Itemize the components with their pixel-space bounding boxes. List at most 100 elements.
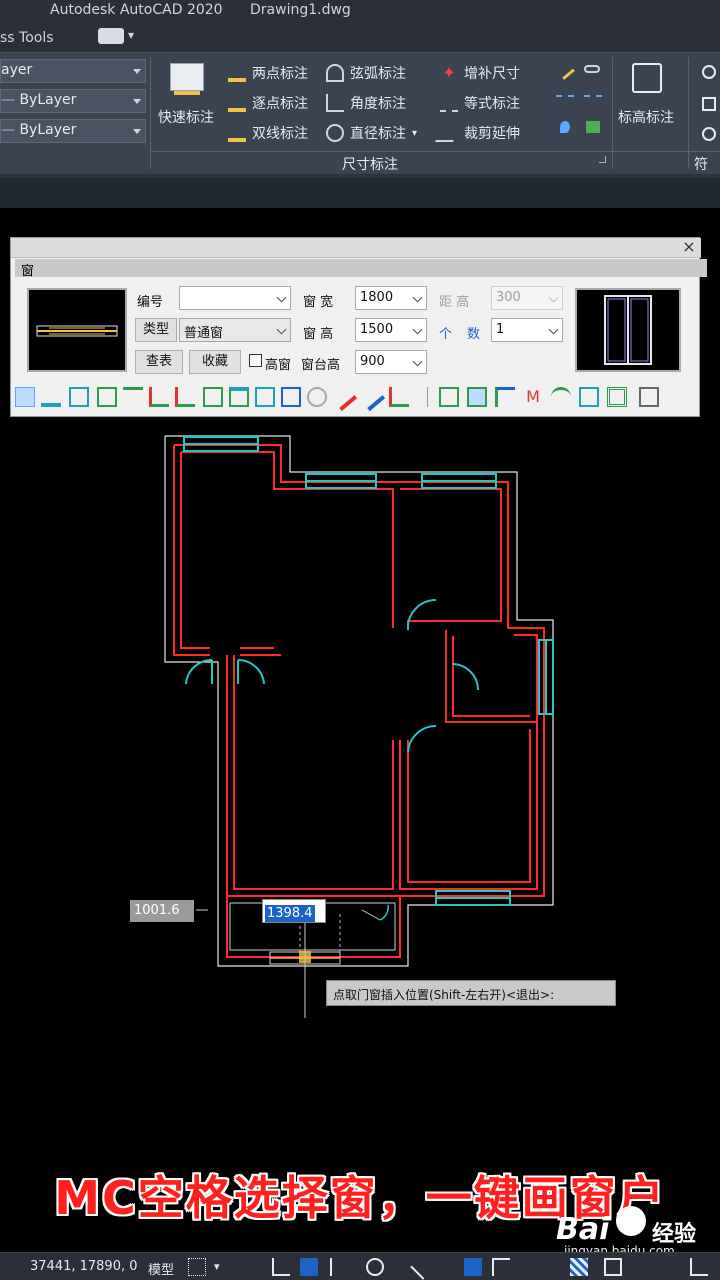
window-type-normal-icon[interactable] [15, 387, 35, 407]
lineweight-icon[interactable] [464, 1258, 482, 1276]
snap-icon[interactable] [330, 1258, 348, 1276]
transparency-icon[interactable] [492, 1258, 510, 1276]
trim-extend-button[interactable]: 裁剪延伸 [434, 123, 520, 143]
window-plan-icon [36, 325, 118, 337]
ortho-icon[interactable] [272, 1258, 290, 1276]
window-type-door-icon[interactable] [439, 387, 459, 407]
distance-field-value: 300 [496, 290, 521, 305]
grid-icon[interactable] [188, 1258, 206, 1276]
window-type-box-icon[interactable] [579, 387, 599, 407]
pencil-icon[interactable] [555, 60, 575, 80]
sill-height-field[interactable]: 900 [355, 350, 427, 374]
window-type-grid-icon[interactable] [281, 387, 301, 407]
width-field[interactable]: 1800 [355, 286, 427, 310]
favorite-button[interactable]: 收藏 [189, 350, 241, 374]
window-type-bay-icon[interactable] [69, 387, 89, 407]
command-prompt-tooltip: 点取门窗插入位置(Shift-左右开)<退出>: [326, 980, 616, 1006]
window-type-top-icon[interactable] [229, 387, 249, 407]
window-type-frame-icon[interactable] [255, 387, 275, 407]
window-type-brush-icon[interactable] [356, 382, 386, 412]
window-type-pen-icon[interactable] [328, 382, 358, 412]
type-select-value: 普通窗 [184, 326, 224, 341]
otrack-icon[interactable] [410, 1254, 436, 1280]
elevation-dim-button[interactable]: 标高标注 [616, 57, 682, 137]
tab-options-icon[interactable] [98, 28, 124, 44]
close-icon[interactable]: × [681, 238, 697, 256]
add-size-button[interactable]: ✦ 增补尺寸 [440, 63, 520, 83]
window-type-cut-icon[interactable] [389, 387, 409, 407]
dialog-titlebar[interactable]: × [11, 238, 701, 258]
dialog-tab-bar: 窗 [15, 259, 707, 279]
floor-plan-canvas[interactable] [0, 430, 720, 1030]
osnap-icon[interactable] [366, 1258, 384, 1276]
dashed-line-icon[interactable] [556, 95, 574, 97]
window-type-l-icon[interactable] [495, 387, 515, 407]
window-type-angle-icon[interactable] [175, 387, 195, 407]
distance-label: 距 高 [439, 295, 470, 310]
title-bar: Autodesk AutoCAD 2020 Drawing1.dwg [0, 0, 720, 24]
tab-tools[interactable]: ss Tools [0, 30, 54, 46]
quick-dim-button[interactable]: 快速标注 [156, 57, 220, 133]
table-icon[interactable] [586, 121, 600, 133]
dimension-icon [228, 64, 246, 82]
step-dim-button[interactable]: 逐点标注 [228, 93, 308, 113]
window-type-double-icon[interactable] [607, 387, 627, 407]
number-label: 编号 [137, 295, 164, 310]
double-dim-button[interactable]: 双线标注 [228, 123, 308, 143]
angle-icon [326, 94, 344, 112]
linetype-dropdown[interactable]: — ByLayer [0, 119, 146, 143]
symbol-icon[interactable] [702, 65, 716, 79]
layer-dropdown[interactable]: ayer [0, 59, 146, 83]
expand-panel-icon[interactable] [599, 156, 606, 163]
color-dropdown[interactable]: — ByLayer [0, 89, 146, 113]
window-type-m-icon[interactable]: M [523, 387, 543, 407]
equal-dim-button[interactable]: 等式标注 [440, 93, 520, 113]
symbol-icon[interactable] [702, 97, 716, 111]
status-bar: 37441, 17890, 0 模型 ▾ [0, 1252, 720, 1280]
high-window-checkbox[interactable] [249, 354, 262, 367]
chevron-down-icon [133, 69, 141, 74]
height-label: 窗 高 [303, 327, 334, 342]
angle-dim-label: 角度标注 [350, 96, 406, 112]
pin-icon[interactable] [560, 121, 570, 133]
window-type-insert-icon[interactable] [203, 387, 223, 407]
window-type-arc-icon[interactable] [149, 387, 169, 407]
window-elevation-preview [575, 288, 681, 372]
type-select[interactable]: 普通窗 [179, 318, 291, 342]
height-field[interactable]: 1500 [355, 318, 427, 342]
window-type-arch-icon[interactable] [551, 387, 571, 407]
angle-dim-button[interactable]: 角度标注 [326, 93, 406, 113]
window-type-selected-icon[interactable] [467, 387, 487, 407]
tab-window[interactable]: 窗 [21, 260, 34, 279]
toolbar-divider [427, 387, 428, 407]
window-type-round-icon[interactable] [307, 387, 327, 407]
ribbon-shadow [0, 174, 720, 208]
window-type-library-icon[interactable] [639, 387, 659, 407]
twopoint-dim-button[interactable]: 两点标注 [228, 63, 308, 83]
symbol-icon[interactable] [702, 127, 716, 141]
chevron-down-icon [548, 292, 559, 303]
type-button[interactable]: 类型 [135, 318, 177, 342]
polar-icon[interactable] [300, 1258, 318, 1276]
window-type-corner-icon[interactable] [97, 387, 117, 407]
tab-dropdown-icon[interactable]: ▾ [128, 28, 134, 42]
selection-cycling-icon[interactable] [570, 1258, 588, 1276]
link-icon[interactable] [584, 65, 600, 73]
model-space-button[interactable]: 模型 [148, 1259, 174, 1278]
watermark-brand: Bai [556, 1212, 610, 1247]
window-type-strip-icon[interactable] [123, 387, 143, 407]
arc-dim-button[interactable]: 弦弧标注 [326, 63, 406, 83]
customize-icon[interactable] [690, 1258, 708, 1276]
3d-osnap-icon[interactable] [604, 1258, 622, 1276]
dashed-line-icon[interactable] [584, 95, 602, 97]
dynamic-input-field[interactable]: 1398.4 [262, 899, 326, 923]
radius-dim-label: 直径标注 [350, 126, 406, 142]
window-type-line-icon[interactable] [41, 387, 61, 407]
count-field[interactable]: 1 [491, 318, 563, 342]
chevron-down-icon[interactable]: ▾ [214, 1258, 232, 1276]
high-window-label: 高窗 [265, 358, 292, 373]
lookup-button[interactable]: 查表 [135, 350, 183, 374]
radius-dim-button[interactable]: 直径标注 ▾ [326, 123, 417, 143]
number-field[interactable] [179, 286, 291, 310]
height-field-value: 1500 [360, 322, 394, 337]
